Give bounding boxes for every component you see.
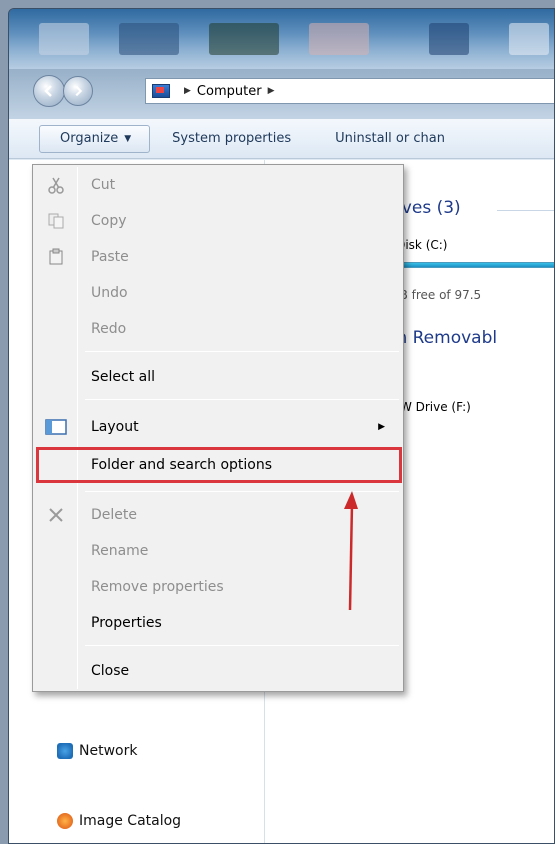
navigation-bar: ▶ Computer ▶ <box>33 73 554 109</box>
group-divider <box>497 210 554 211</box>
aero-blur <box>119 23 179 55</box>
network-icon <box>57 743 73 759</box>
clipboard-icon <box>49 248 63 265</box>
menu-item-label: Redo <box>91 321 127 337</box>
menu-item-label: Copy <box>91 213 127 229</box>
back-button[interactable] <box>33 75 65 107</box>
scissors-icon <box>48 177 64 194</box>
aero-blur <box>39 23 89 55</box>
submenu-arrow-icon: ▶ <box>378 422 385 432</box>
aero-blur <box>509 23 549 55</box>
title-bar <box>9 9 554 69</box>
menu-item-label: Close <box>91 663 130 679</box>
menu-item-label: Layout <box>91 419 139 435</box>
breadcrumb-computer[interactable]: Computer <box>197 84 262 99</box>
menu-item-undo[interactable]: Undo <box>35 277 401 309</box>
organize-button[interactable]: Organize ▼ <box>39 124 151 153</box>
menu-item-label: Undo <box>91 285 128 301</box>
menu-separator <box>85 351 399 352</box>
breadcrumb-chevron-icon[interactable]: ▶ <box>268 86 275 96</box>
menu-separator <box>85 645 399 646</box>
back-arrow-icon <box>44 85 52 97</box>
navpane-image-catalog-label: Image Catalog <box>79 813 182 829</box>
menu-item-close[interactable]: Close <box>35 655 401 687</box>
menu-item-label: Rename <box>91 543 149 559</box>
uninstall-program-button[interactable]: Uninstall or chan <box>313 125 467 153</box>
computer-icon <box>152 84 170 98</box>
copy-icon <box>48 213 64 229</box>
address-bar[interactable]: ▶ Computer ▶ <box>145 78 554 104</box>
breadcrumb-chevron-icon[interactable]: ▶ <box>184 86 191 96</box>
aero-blur <box>309 23 369 55</box>
menu-item-select-all[interactable]: Select all <box>35 361 401 393</box>
annotation-highlight-box <box>36 447 402 483</box>
layout-icon <box>45 419 67 435</box>
menu-item-label: Select all <box>91 369 155 385</box>
menu-item-layout[interactable]: Layout ▶ <box>35 411 401 443</box>
menu-item-label: Delete <box>91 507 137 523</box>
menu-item-label: Remove properties <box>91 579 224 595</box>
delete-x-icon <box>49 508 63 522</box>
navpane-network-label: Network <box>79 743 138 759</box>
menu-item-label: Paste <box>91 249 129 265</box>
system-properties-button[interactable]: System properties <box>150 125 313 153</box>
menu-item-cut[interactable]: Cut <box>35 169 401 201</box>
annotation-arrow-icon <box>344 491 358 611</box>
image-catalog-icon <box>57 813 73 829</box>
menu-item-paste[interactable]: Paste <box>35 241 401 273</box>
aero-blur <box>429 23 469 55</box>
organize-label: Organize <box>60 131 119 146</box>
menu-separator <box>85 399 399 400</box>
forward-arrow-icon <box>75 85 83 97</box>
menu-item-redo[interactable]: Redo <box>35 313 401 345</box>
menu-item-label: Properties <box>91 615 162 631</box>
forward-button[interactable] <box>63 76 93 106</box>
aero-blur <box>209 23 279 55</box>
menu-item-copy[interactable]: Copy <box>35 205 401 237</box>
menu-item-label: Cut <box>91 177 116 193</box>
command-bar: Organize ▼ System properties Uninstall o… <box>9 119 554 159</box>
navpane-network[interactable]: Network <box>57 743 137 759</box>
navpane-image-catalog[interactable]: Image Catalog <box>57 813 181 829</box>
dropdown-caret-icon: ▼ <box>124 133 132 144</box>
